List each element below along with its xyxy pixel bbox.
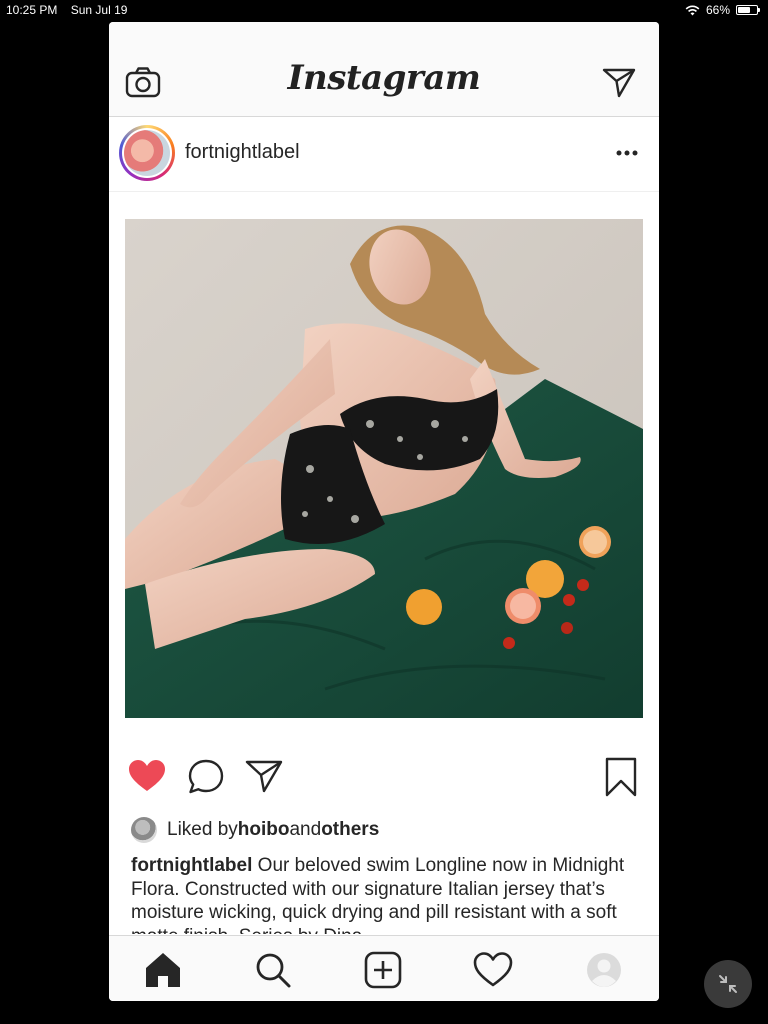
- top-navigation-bar: Instagram: [109, 22, 659, 117]
- status-time: 10:25 PM: [6, 3, 58, 17]
- battery-percentage: 66%: [705, 3, 730, 17]
- minimize-arrows-icon: [719, 975, 737, 993]
- comment-icon[interactable]: [186, 757, 226, 797]
- bookmark-icon[interactable]: [601, 757, 641, 797]
- post-username[interactable]: fortnightlabel: [185, 141, 300, 164]
- instagram-window: Instagram fortnightlabel Liked by hoibo …: [109, 22, 659, 1001]
- activity-icon[interactable]: [473, 950, 513, 990]
- caption-username[interactable]: fortnightlabel: [131, 855, 252, 876]
- post-header: fortnightlabel: [109, 117, 659, 192]
- more-options-icon[interactable]: [614, 143, 640, 163]
- new-post-icon[interactable]: [363, 950, 403, 990]
- status-bar: 10:25 PM Sun Jul 19 66%: [0, 0, 768, 20]
- status-right: 66%: [685, 0, 760, 20]
- post-caption: fortnightlabel Our beloved swim Longline…: [131, 854, 643, 934]
- liked-by-others[interactable]: others: [321, 819, 379, 841]
- profile-icon[interactable]: [584, 950, 624, 990]
- post-actions-bar: [109, 757, 659, 801]
- liked-by-and: and: [289, 819, 322, 840]
- post-photo[interactable]: [125, 219, 643, 718]
- bottom-tab-bar: [109, 935, 659, 1001]
- battery-fill: [738, 7, 750, 13]
- liker-avatar: [131, 817, 157, 843]
- instagram-logo: Instagram: [287, 58, 481, 98]
- home-icon[interactable]: [143, 950, 183, 990]
- wifi-icon: [685, 5, 700, 15]
- heart-icon[interactable]: [127, 757, 167, 797]
- post-photo-image: [125, 219, 643, 718]
- liked-by-prefix: Liked by: [167, 819, 238, 840]
- share-icon[interactable]: [244, 757, 284, 797]
- liked-by-user[interactable]: hoibo: [238, 819, 290, 841]
- status-left: 10:25 PM Sun Jul 19: [6, 0, 137, 20]
- story-avatar[interactable]: [119, 125, 175, 181]
- status-date: Sun Jul 19: [70, 3, 128, 17]
- search-icon[interactable]: [253, 950, 293, 990]
- avatar: [124, 130, 170, 176]
- battery-icon: [736, 5, 760, 15]
- likes-summary[interactable]: Liked by hoibo and others: [131, 816, 379, 844]
- avatar-border: [122, 128, 172, 178]
- direct-message-icon[interactable]: [601, 66, 637, 98]
- minimize-button[interactable]: [704, 960, 752, 1008]
